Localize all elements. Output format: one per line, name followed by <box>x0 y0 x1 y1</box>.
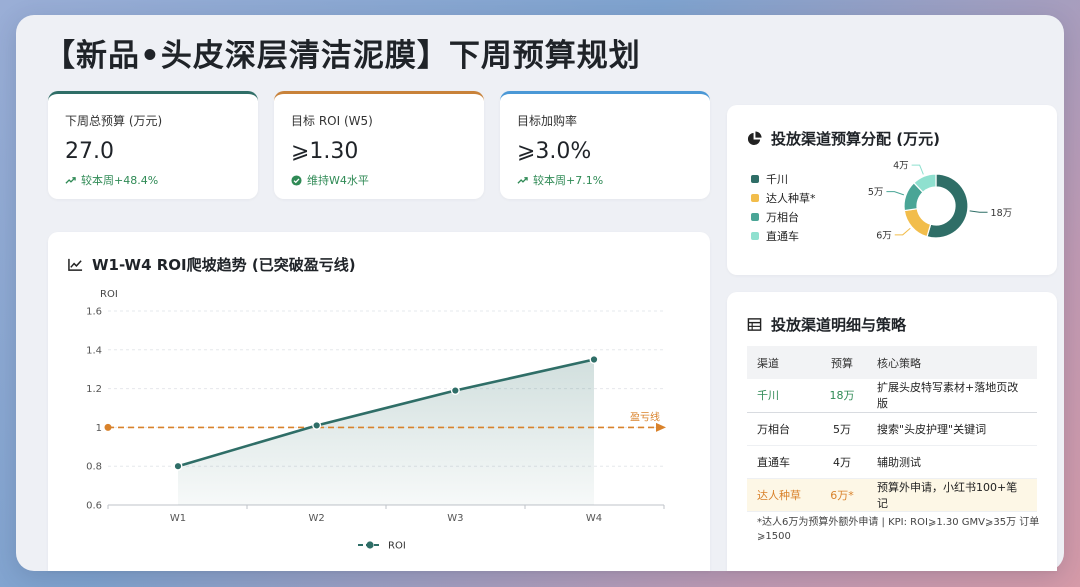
donut-value-label: 5万 <box>868 187 884 198</box>
table-footnote: *达人6万为预算外额外申请 | KPI: ROI⩾1.30 GMV⩾35万 订单… <box>757 517 1040 542</box>
roi-data-point <box>450 386 460 396</box>
roi-trend-card: W1-W4 ROI爬坡趋势 (已突破盈亏线) ROI 0.6 0.8 1 1.2 1.4… <box>48 232 710 571</box>
roi-area <box>178 359 594 505</box>
kpi-value: ⩾1.30 <box>291 139 359 164</box>
kpi-sub: 维持W4水平 <box>291 172 467 188</box>
kpi-sub: 较本周+7.1% <box>517 172 693 188</box>
strategy-cell: 搜索"头皮护理"关键词 <box>867 412 1037 446</box>
budget-donut-card: 投放渠道预算分配 (万元) 千川 达人种草* 万相台 直通车 18万 6万 5万 4万 <box>727 105 1057 275</box>
donut-slice <box>903 208 932 238</box>
kpi-card-total-budget: 下周总预算 (万元) 27.0 较本周+48.4% <box>48 91 258 199</box>
donut-leader-line <box>969 210 988 213</box>
donut-value-label: 18万 <box>991 208 1013 219</box>
channel-table-title: 投放渠道明细与策略 <box>747 314 906 335</box>
y-tick-label: 0.8 <box>86 462 102 473</box>
roi-data-point <box>589 354 599 364</box>
channel-table-card: 投放渠道明细与策略 渠道 预算 核心策略 千川 18万 扩展头皮特写素材+落地页… <box>727 292 1057 571</box>
donut-leader-line <box>886 191 905 196</box>
y-tick-label: 1 <box>96 423 102 434</box>
kpi-sub-text: 较本周+7.1% <box>533 174 604 187</box>
budget-donut-chart: 18万 6万 5万 4万 <box>868 161 1013 242</box>
kpi-value: 27.0 <box>65 139 114 164</box>
budget-cell: 18万 <box>817 379 867 413</box>
x-tick-label: W4 <box>586 513 602 524</box>
check-circle-icon <box>291 174 302 186</box>
donut-leader-line <box>911 164 924 175</box>
channel-table-title-text: 投放渠道明细与策略 <box>771 316 907 334</box>
channel-cell: 千川 <box>747 379 817 413</box>
budget-cell: 4万 <box>817 445 867 479</box>
kpi-label: 下周总预算 (万元) <box>65 114 163 128</box>
trend-up-icon <box>65 176 76 184</box>
kpi-label: 目标加购率 <box>517 114 578 128</box>
budget-cell: 5万 <box>817 412 867 446</box>
channel-cell: 万相台 <box>747 412 817 446</box>
legend-dot <box>366 541 374 549</box>
y-tick-label: 1.6 <box>86 307 102 318</box>
donut-leader-line <box>894 227 911 236</box>
table-row: 万相台 5万 搜索"头皮护理"关键词 <box>747 412 1037 446</box>
kpi-label: 目标 ROI (W5) <box>291 114 373 128</box>
column-header: 预算 <box>817 346 867 379</box>
x-tick-label: W1 <box>170 513 186 524</box>
table-row: 直通车 4万 辅助测试 <box>747 445 1037 479</box>
table-row-highlight: 达人种草 6万* 预算外申请，小红书100+笔记 <box>747 478 1037 512</box>
roi-data-point <box>173 461 183 471</box>
budget-cell: 6万* <box>817 478 867 512</box>
donut-value-label: 6万 <box>876 230 892 241</box>
kpi-sub: 较本周+48.4% <box>65 172 241 188</box>
x-tick-label: W3 <box>447 513 463 524</box>
page-title: 【新品•头皮深层清洁泥膜】下周预算规划 <box>44 38 641 74</box>
channel-cell: 直通车 <box>747 445 817 479</box>
y-tick-label: 1.2 <box>86 384 102 395</box>
strategy-cell: 预算外申请，小红书100+笔记 <box>867 478 1037 512</box>
y-axis-label: ROI <box>100 289 118 300</box>
legend-label: ROI <box>388 541 406 552</box>
table-icon <box>747 318 762 331</box>
kpi-card-cart-rate: 目标加购率 ⩾3.0% 较本周+7.1% <box>500 91 710 199</box>
kpi-value: ⩾3.0% <box>517 139 592 164</box>
breakeven-start-dot <box>104 423 112 431</box>
breakeven-label: 盈亏线 <box>630 410 660 423</box>
kpi-sub-text: 维持W4水平 <box>307 174 369 187</box>
channel-table-wrap: 渠道 预算 核心策略 千川 18万 扩展头皮特写素材+落地页改版 万相台 5万 … <box>747 346 1037 512</box>
y-tick-label: 1.4 <box>86 345 102 356</box>
table-row: 千川 18万 扩展头皮特写素材+落地页改版 <box>747 379 1037 413</box>
x-tick-label: W2 <box>309 513 325 524</box>
column-header: 核心策略 <box>867 346 1037 379</box>
strategy-cell: 辅助测试 <box>867 445 1037 479</box>
roi-line-chart: ROI 0.6 0.8 1 1.2 1.4 1.6 W1 W2 W3 W4 盈亏线 ROI <box>86 289 666 552</box>
roi-data-point <box>312 420 322 430</box>
kpi-card-target-roi: 目标 ROI (W5) ⩾1.30 维持W4水平 <box>274 91 484 199</box>
channel-table: 渠道 预算 核心策略 千川 18万 扩展头皮特写素材+落地页改版 万相台 5万 … <box>747 346 1037 512</box>
column-header: 渠道 <box>747 346 817 379</box>
breakeven-arrow <box>656 422 666 432</box>
donut-value-label: 4万 <box>893 161 909 172</box>
table-header-row: 渠道 预算 核心策略 <box>747 346 1037 379</box>
kpi-sub-text: 较本周+48.4% <box>81 174 159 187</box>
channel-cell: 达人种草 <box>747 478 817 512</box>
strategy-cell: 扩展头皮特写素材+落地页改版 <box>867 379 1037 413</box>
y-tick-label: 0.6 <box>86 501 102 512</box>
trend-up-icon <box>517 176 528 184</box>
